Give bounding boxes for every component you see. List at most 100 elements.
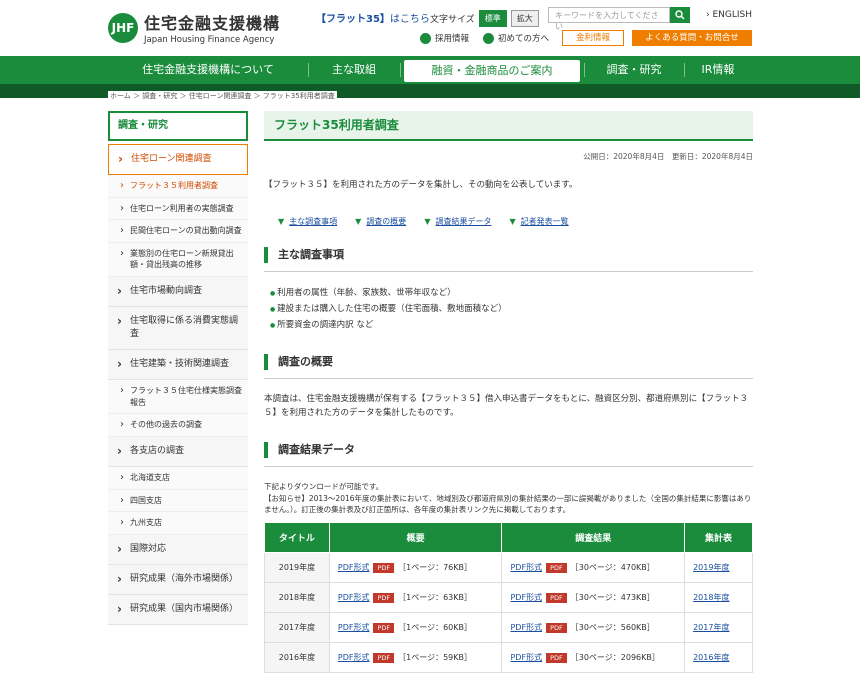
- result-pdf-link[interactable]: PDF形式: [510, 563, 542, 572]
- divider: [264, 466, 753, 468]
- sidebar-item-private-loan-trend[interactable]: 民間住宅ローンの貸出動向調査: [108, 220, 248, 243]
- pdf-icon: PDF: [546, 623, 567, 634]
- flat35-suffix: はこちら: [389, 14, 430, 25]
- first-time-link[interactable]: 初めての方へ: [483, 32, 549, 44]
- anchor-link[interactable]: ▼ 主な調査事項: [278, 216, 337, 227]
- summary-pdf-link[interactable]: PDF形式: [338, 563, 370, 572]
- sidebar-item-hokkaido[interactable]: 北海道支店: [108, 467, 248, 490]
- site-header: JHF 住宅金融支援機構 Japan Housing Finance Agenc…: [0, 0, 860, 56]
- result-pdf-link[interactable]: PDF形式: [510, 623, 542, 632]
- sidebar-item-research-overseas[interactable]: 研究成果（海外市場関係）: [108, 564, 248, 595]
- summary-pdf-link[interactable]: PDF形式: [338, 593, 370, 602]
- font-large-button[interactable]: 拡大: [510, 10, 539, 27]
- intro-text: 【フラット３５】を利用された方のデータを集計し、その動向を公表しています。: [264, 180, 578, 190]
- sidebar-item-flat35-spec-report[interactable]: フラット３５住宅仕様実態調査報告: [108, 380, 248, 415]
- file-size: ［1ページ：59KB］: [398, 653, 472, 663]
- chevron-down-icon: ▼: [424, 217, 431, 226]
- sidebar: 調査・研究 住宅ローン関連調査 フラット３５利用者調査 住宅ローン利用者の実態調…: [108, 111, 248, 625]
- pdf-icon: PDF: [546, 653, 567, 664]
- anchor-label[interactable]: 調査の概要: [366, 216, 406, 227]
- anchor-label[interactable]: 調査結果データ: [435, 216, 491, 227]
- sidebar-item-construction-survey[interactable]: 住宅建築・技術関連調査: [108, 350, 248, 381]
- year-cell: 2016年度: [264, 642, 330, 674]
- recruit-link[interactable]: 採用情報: [420, 32, 469, 44]
- pdf-icon: PDF: [373, 623, 395, 634]
- column-header: タイトル: [264, 522, 330, 554]
- result-pdf-link[interactable]: PDF形式: [510, 653, 542, 662]
- sidebar-item-consumption-survey[interactable]: 住宅取得に係る消費実態調査: [108, 307, 248, 351]
- font-size-switcher: 文字サイズ 標準 拡大: [430, 10, 539, 27]
- summary-table-link[interactable]: 2018年度: [693, 593, 729, 602]
- summary-pdf-link[interactable]: PDF形式: [338, 623, 370, 632]
- gnav-initiatives[interactable]: 主な取組: [308, 56, 400, 84]
- search-button[interactable]: [670, 7, 690, 23]
- anchor-link[interactable]: ▼ 調査の概要: [355, 216, 406, 227]
- summary-table-link[interactable]: 2016年度: [693, 653, 729, 662]
- anchor-link[interactable]: ▼ 調査結果データ: [424, 216, 491, 227]
- sidebar-item-market-trend[interactable]: 住宅市場動向調査: [108, 277, 248, 308]
- chevron-down-icon: ▼: [355, 217, 362, 226]
- interest-rate-button[interactable]: 金利情報: [562, 30, 624, 46]
- notice-text: 【お知らせ】2013～2016年度の集計表において、地域別及び都道府県別の集計結…: [264, 493, 752, 515]
- english-label: ENGLISH: [712, 10, 753, 20]
- anchor-label[interactable]: 主な調査事項: [289, 216, 337, 227]
- result-cell: PDF形式 PDF ［30ページ：2096KB］: [501, 642, 686, 674]
- search-input[interactable]: キーワードを入力してください: [548, 7, 670, 31]
- list-item: 所要資金の調達内訳 など: [264, 318, 753, 330]
- summary-table-link[interactable]: 2017年度: [693, 623, 729, 632]
- font-size-label: 文字サイズ: [430, 15, 475, 25]
- sidebar-heading[interactable]: 調査・研究: [108, 111, 248, 141]
- divider: [264, 271, 753, 272]
- sidebar-item-kyushu[interactable]: 九州支店: [108, 512, 248, 535]
- gnav-ir[interactable]: IR情報: [684, 56, 752, 84]
- download-note: 下記よりダウンロードが可能です。: [264, 482, 384, 492]
- anchor-link[interactable]: ▼ 記者発表一覧: [509, 216, 568, 227]
- summary-cell: PDF形式 PDF ［1ページ：59KB］: [328, 642, 503, 674]
- summary-table-link[interactable]: 2019年度: [693, 563, 729, 572]
- first-time-icon: [483, 32, 495, 44]
- site-logo[interactable]: JHF 住宅金融支援機構 Japan Housing Finance Agenc…: [108, 10, 280, 45]
- faq-button[interactable]: よくある質問・お問合せ: [632, 30, 752, 46]
- table-cell: 2019年度: [684, 552, 753, 584]
- recruit-label: 採用情報: [435, 34, 470, 44]
- sidebar-item-branch-surveys[interactable]: 各支店の調査: [108, 436, 248, 468]
- sidebar-item-research-domestic[interactable]: 研究成果（国内市場関係）: [108, 594, 248, 625]
- gnav-about[interactable]: 住宅金融支援機構について: [108, 56, 308, 84]
- sidebar-item-shikoku[interactable]: 四国支店: [108, 489, 248, 513]
- sidebar-item-lending-balance[interactable]: 業態別の住宅ローン新規貸出額・貸出残高の推移: [108, 242, 248, 278]
- font-standard-button[interactable]: 標準: [478, 10, 507, 27]
- divider: [264, 378, 753, 379]
- gnav-products[interactable]: 融資・金融商品のご案内: [404, 60, 580, 82]
- result-cell: PDF形式 PDF ［30ページ：473KB］: [501, 582, 686, 614]
- chevron-down-icon: ▼: [509, 217, 516, 226]
- table-row: 2017年度 PDF形式 PDF ［1ページ：60KB］ PDF形式 PDF ［30ペー…: [264, 612, 753, 644]
- breadcrumb: ホーム ＞ 調査・研究 ＞ 住宅ローン関連調査 ＞ フラット35利用者調査: [108, 91, 337, 101]
- table-row: 2016年度 PDF形式 PDF ［1ページ：59KB］ PDF形式 PDF ［30ペー…: [264, 642, 753, 674]
- year-cell: 2019年度: [264, 552, 330, 584]
- gnav-research[interactable]: 調査・研究: [584, 56, 684, 84]
- sidebar-item-loan-user-survey[interactable]: 住宅ローン利用者の実態調査: [108, 197, 248, 221]
- file-size: ［1ページ：60KB］: [398, 623, 472, 633]
- anchor-label[interactable]: 記者発表一覧: [521, 216, 569, 227]
- sidebar-item-housing-loan-survey[interactable]: 住宅ローン関連調査: [108, 144, 248, 176]
- column-header: 調査結果: [501, 522, 686, 554]
- column-header: 集計表: [684, 522, 753, 554]
- summary-cell: PDF形式 PDF ［1ページ：76KB］: [328, 552, 503, 584]
- column-header: 概要: [328, 522, 503, 554]
- sidebar-item-past-surveys[interactable]: その他の過去の調査: [108, 414, 248, 437]
- chevron-down-icon: ▼: [278, 217, 285, 226]
- sidebar-item-international[interactable]: 国際対応: [108, 534, 248, 565]
- sidebar-item-flat35-survey[interactable]: フラット３５利用者調査: [108, 175, 248, 198]
- section-heading: 調査の概要: [264, 354, 753, 370]
- section-heading: 調査結果データ: [264, 442, 753, 459]
- result-pdf-link[interactable]: PDF形式: [510, 593, 542, 602]
- english-link[interactable]: › ENGLISH: [706, 10, 752, 20]
- table-cell: 2018年度: [684, 582, 753, 614]
- table-row: 2018年度 PDF形式 PDF ［1ページ：63KB］ PDF形式 PDF ［30ペー…: [264, 582, 753, 614]
- summary-pdf-link[interactable]: PDF形式: [338, 653, 370, 662]
- table-cell: 2017年度: [684, 612, 753, 644]
- logo-english: Japan Housing Finance Agency: [144, 35, 275, 45]
- logo-mark: JHF: [108, 12, 138, 43]
- flat35-link[interactable]: 【フラット35】はこちら: [316, 10, 430, 25]
- anchor-links: ▼ 主な調査事項 ▼ 調査の概要 ▼ 調査結果データ ▼ 記者発表一覧: [264, 216, 753, 227]
